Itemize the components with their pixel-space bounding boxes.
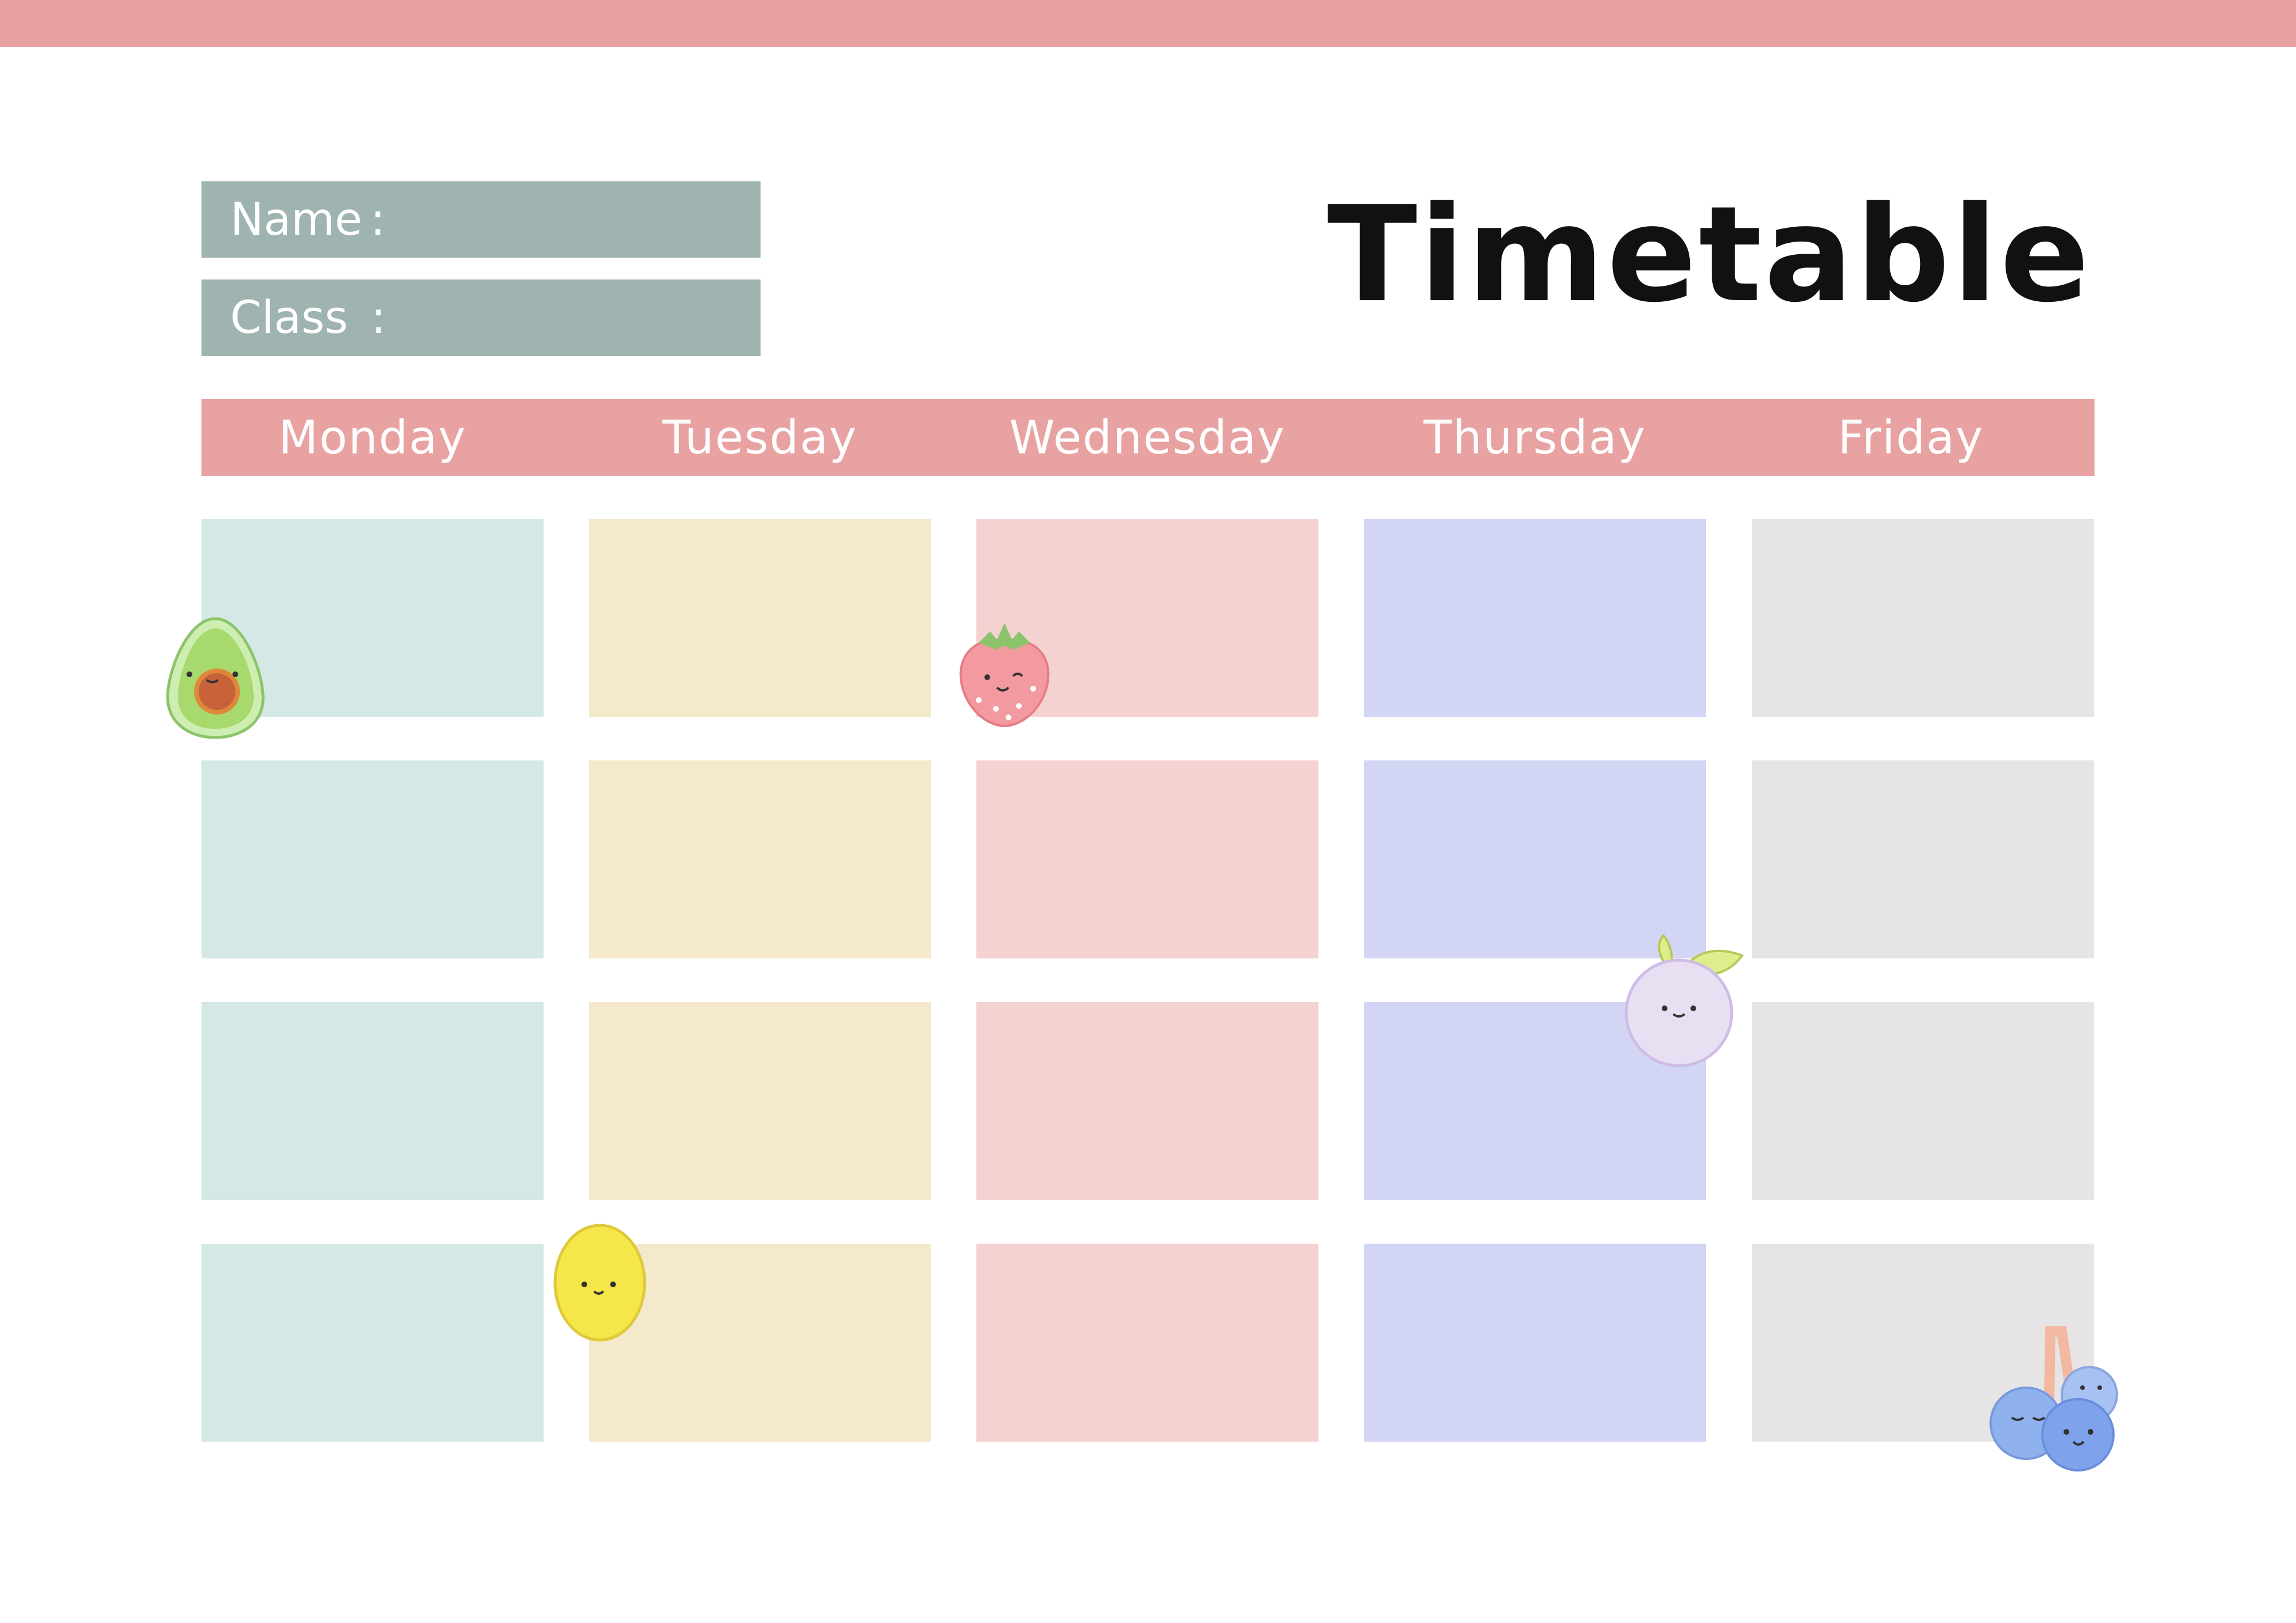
class-colon: :: [371, 292, 386, 344]
cell-friday-2[interactable]: [1752, 760, 2094, 958]
class-label: Class: [230, 292, 348, 344]
weekday-header: Monday Tuesday Wednesday Thursday Friday: [201, 399, 2095, 476]
strawberry-icon: [959, 623, 1050, 728]
cell-tuesday-3[interactable]: [589, 1002, 931, 1200]
cell-tuesday-2[interactable]: [589, 760, 931, 958]
cell-monday-4[interactable]: [201, 1244, 544, 1442]
day-monday: Monday: [278, 410, 467, 464]
cell-wednesday-4[interactable]: [976, 1244, 1318, 1442]
page-title: Timetable: [1327, 178, 2092, 332]
name-field[interactable]: Name :: [201, 181, 761, 258]
cell-thursday-4[interactable]: [1364, 1244, 1706, 1442]
blueberries-icon: [1989, 1326, 2118, 1471]
cell-monday-3[interactable]: [201, 1002, 544, 1200]
top-accent-bar: [0, 0, 2296, 47]
cell-friday-3[interactable]: [1752, 1002, 2094, 1200]
cell-friday-1[interactable]: [1752, 519, 2094, 717]
cell-thursday-2[interactable]: [1364, 760, 1706, 958]
day-friday: Friday: [1837, 410, 1984, 464]
avocado-icon: [166, 617, 265, 739]
grape-icon: [1624, 933, 1744, 1067]
cell-thursday-1[interactable]: [1364, 519, 1706, 717]
cell-tuesday-1[interactable]: [589, 519, 931, 717]
day-tuesday: Tuesday: [662, 410, 858, 464]
class-field[interactable]: Class :: [201, 279, 761, 356]
cell-wednesday-2[interactable]: [976, 760, 1318, 958]
day-wednesday: Wednesday: [1009, 410, 1286, 464]
name-colon: :: [370, 193, 386, 246]
lemon-icon: [553, 1224, 646, 1342]
name-label: Name: [230, 193, 363, 246]
cell-monday-2[interactable]: [201, 760, 544, 958]
day-thursday: Thursday: [1424, 410, 1646, 464]
cell-wednesday-3[interactable]: [976, 1002, 1318, 1200]
